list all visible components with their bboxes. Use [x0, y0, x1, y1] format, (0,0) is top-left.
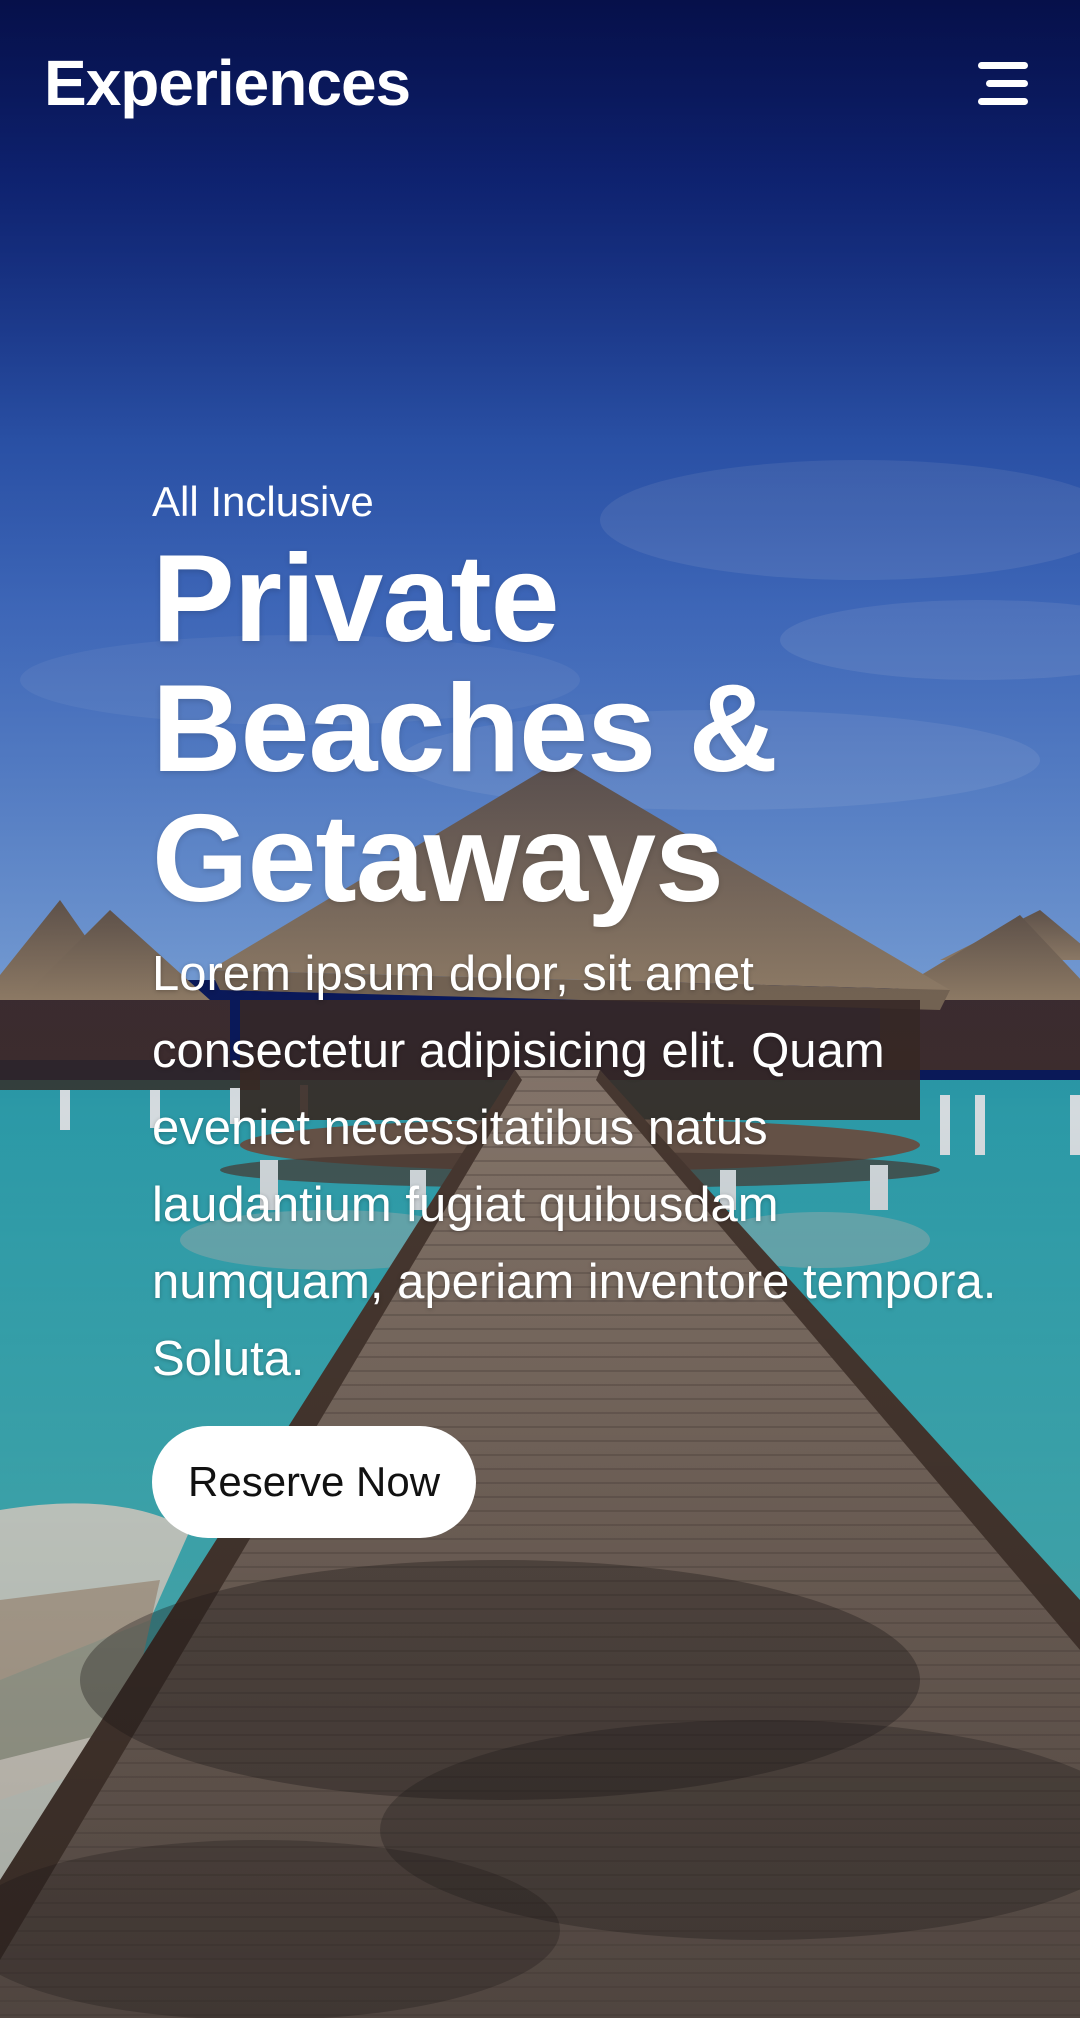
hero-section: Experiences All Inclusive Private Beache… — [0, 0, 1080, 2018]
hero-description: Lorem ipsum dolor, sit amet consectetur … — [152, 947, 997, 1386]
menu-line — [978, 62, 1028, 69]
menu-line — [978, 98, 1028, 105]
top-navigation-bar: Experiences — [0, 0, 1080, 165]
brand-logo-text[interactable]: Experiences — [44, 44, 411, 122]
hero-content: All Inclusive Private Beaches & Getaways… — [152, 470, 1012, 1538]
hamburger-menu-icon[interactable] — [978, 60, 1028, 106]
reserve-now-button[interactable]: Reserve Now — [152, 1426, 477, 1538]
hero-eyebrow: All Inclusive — [152, 478, 374, 525]
menu-line — [986, 80, 1028, 87]
hero-headline: Private Beaches & Getaways — [152, 530, 778, 928]
